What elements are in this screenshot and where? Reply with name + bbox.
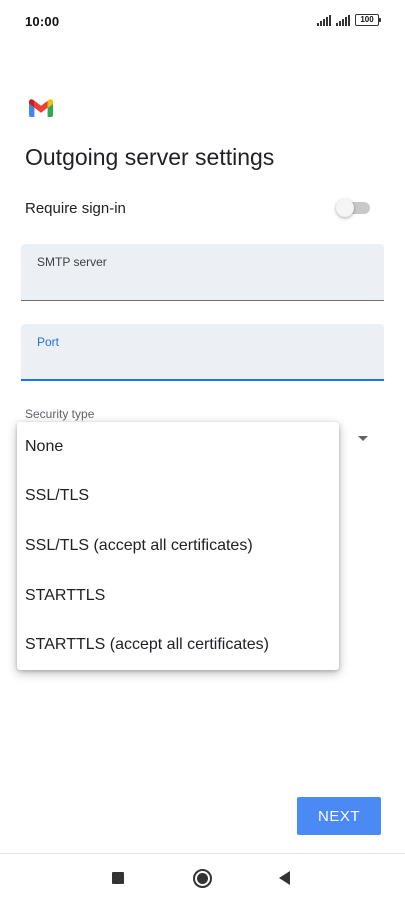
gmail-logo (29, 99, 53, 117)
page-title: Outgoing server settings (25, 144, 275, 170)
security-option-none[interactable]: None (17, 422, 339, 472)
chevron-down-icon[interactable] (358, 436, 368, 441)
security-type-label: Security type (25, 407, 95, 421)
port-label: Port (37, 335, 60, 349)
security-option-starttls-accept-all[interactable]: STARTTLS (accept all certificates) (17, 620, 339, 670)
signal-icon (317, 14, 331, 26)
security-option-ssl-tls[interactable]: SSL/TLS (17, 472, 339, 522)
security-option-ssl-tls-accept-all[interactable]: SSL/TLS (accept all certificates) (17, 521, 339, 571)
smtp-server-input[interactable] (37, 273, 367, 295)
status-icons: 100 (317, 14, 381, 26)
home-circle-icon[interactable] (193, 869, 212, 888)
require-signin-toggle[interactable] (336, 199, 370, 217)
security-type-dropdown-menu: None SSL/TLS SSL/TLS (accept all certifi… (17, 422, 339, 670)
battery-level: 100 (360, 15, 374, 24)
port-field[interactable]: Port (21, 324, 384, 381)
next-button[interactable]: NEXT (297, 797, 381, 835)
toggle-thumb (336, 199, 354, 217)
port-input[interactable] (37, 353, 367, 375)
system-nav-bar (0, 853, 405, 902)
back-triangle-icon[interactable] (279, 871, 290, 885)
battery-icon: 100 (355, 14, 381, 26)
status-time: 10:00 (25, 14, 60, 29)
signal-icon (336, 14, 350, 26)
security-option-starttls[interactable]: STARTTLS (17, 571, 339, 621)
status-bar: 10:00 100 (0, 0, 405, 44)
recents-square-icon[interactable] (112, 872, 124, 884)
smtp-server-label: SMTP server (37, 255, 107, 269)
smtp-server-field[interactable]: SMTP server (21, 244, 384, 301)
require-signin-label: Require sign-in (25, 200, 126, 217)
